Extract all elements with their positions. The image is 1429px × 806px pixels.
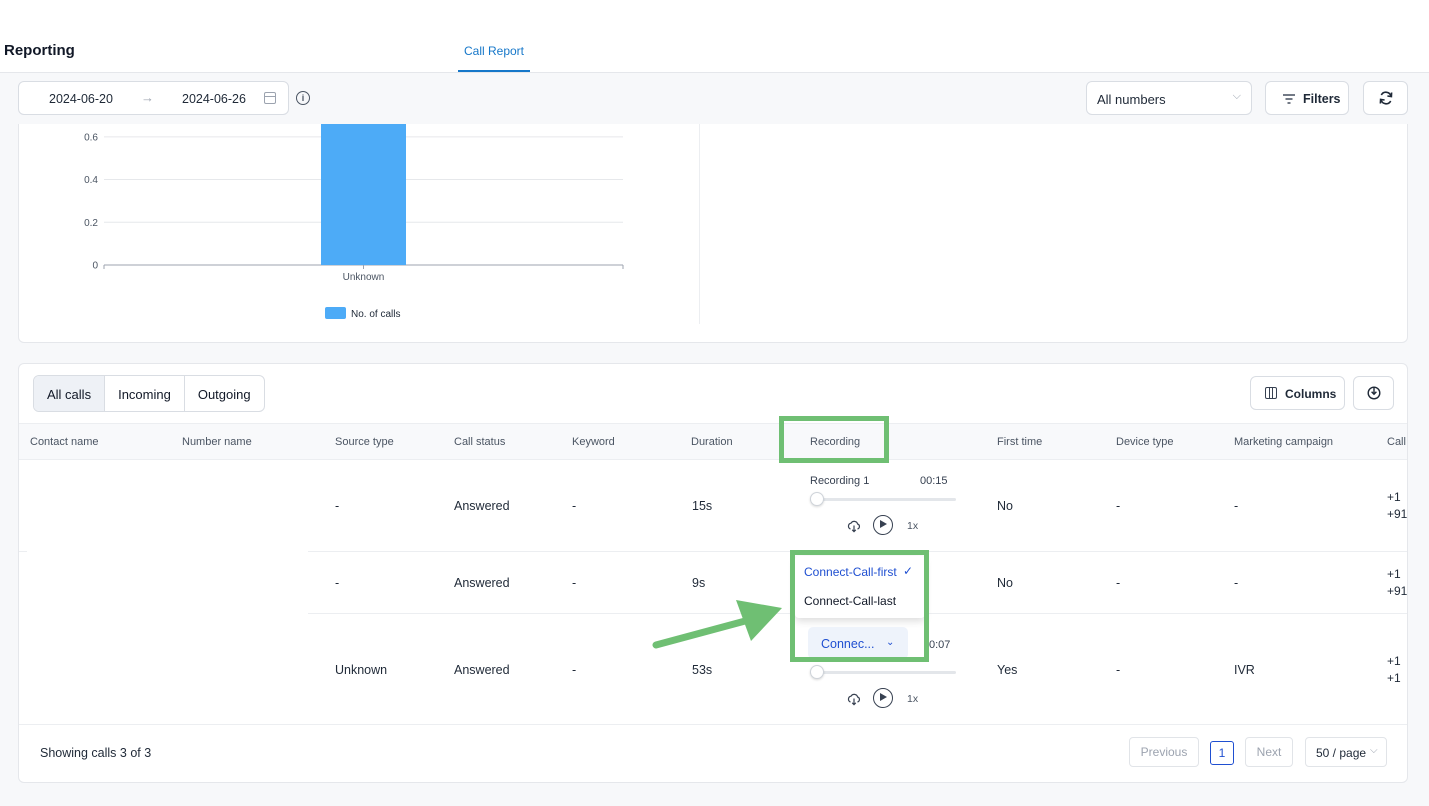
call-number-cell: +1 +1 (1387, 654, 1401, 685)
playback-speed[interactable]: 1x (907, 520, 918, 532)
top-bar: Reporting Call Report (0, 0, 1429, 73)
header-duration[interactable]: Duration (691, 436, 733, 448)
next-page-button[interactable]: Next (1245, 737, 1293, 767)
y-tick-label: 0 (92, 261, 98, 272)
campaign-cell: IVR (1234, 663, 1255, 677)
date-range-picker[interactable]: 2024-06-20 → 2024-06-26 (18, 81, 289, 115)
date-start-input[interactable]: 2024-06-20 (49, 92, 113, 106)
tab-incoming[interactable]: Incoming (105, 376, 185, 411)
recording-time: 00:15 (920, 475, 948, 487)
campaign-cell: - (1234, 499, 1239, 513)
device-type-cell: - (1116, 499, 1121, 513)
row-divider (19, 724, 1407, 725)
keyword-cell: - (572, 663, 577, 677)
header-call-status[interactable]: Call status (454, 436, 505, 448)
annotation-arrow-icon (652, 600, 782, 649)
columns-icon (1265, 387, 1277, 399)
dropdown-highlight (790, 550, 929, 662)
header-keyword[interactable]: Keyword (572, 436, 615, 448)
recording-label: Recording 1 (810, 475, 870, 487)
first-time-cell: Yes (997, 663, 1018, 677)
tab-outgoing[interactable]: Outgoing (185, 376, 264, 411)
tab-all-calls[interactable]: All calls (34, 376, 106, 411)
call-number-cell: +1 +91 (1387, 567, 1408, 598)
duration-cell: 15s (692, 499, 713, 513)
playback-speed[interactable]: 1x (907, 693, 918, 705)
header-marketing-campaign[interactable]: Marketing campaign (1234, 436, 1333, 448)
previous-page-button[interactable]: Previous (1129, 737, 1199, 767)
tab-call-report[interactable]: Call Report (458, 44, 530, 72)
source-type-cell: - (335, 576, 340, 590)
recording-header-highlight (779, 416, 889, 463)
columns-button[interactable]: Columns (1250, 376, 1345, 410)
page-size-select[interactable]: 50 / page ⌵ (1305, 737, 1387, 767)
chart-divider (699, 124, 700, 324)
header-first-time[interactable]: First time (997, 436, 1042, 448)
cloud-download-icon[interactable] (847, 519, 861, 533)
bar (321, 124, 406, 265)
slider-handle[interactable] (810, 492, 824, 506)
device-type-cell: - (1116, 663, 1121, 677)
header-call[interactable]: Call (1387, 436, 1406, 448)
refresh-icon (1379, 91, 1393, 105)
calls-table-card: All calls Incoming Outgoing Columns Cont… (18, 363, 1408, 783)
source-type-cell: - (335, 499, 340, 513)
row-divider (19, 551, 27, 552)
columns-label: Columns (1285, 387, 1337, 401)
legend-label: No. of calls (351, 309, 400, 320)
y-tick-label: 0.2 (84, 218, 98, 229)
filters-button[interactable]: Filters (1265, 81, 1349, 115)
numbers-select-value: All numbers (1097, 92, 1166, 107)
y-tick-label: 0.4 (84, 175, 98, 186)
call-status-cell: Answered (454, 576, 510, 590)
calls-bar-chart: 0 0.2 0.4 0.6 Unknown No. of calls (84, 124, 624, 320)
recording-time: 0:07 (929, 639, 951, 651)
date-end-input[interactable]: 2024-06-26 (182, 92, 246, 106)
first-time-cell: No (997, 576, 1013, 590)
header-contact-name[interactable]: Contact name (30, 436, 98, 448)
x-tick-label: Unknown (343, 272, 385, 283)
call-number-cell: +1 +91 (1387, 490, 1408, 521)
recording-progress-slider[interactable] (810, 671, 956, 674)
call-type-tabs: All calls Incoming Outgoing (33, 375, 265, 412)
first-time-cell: No (997, 499, 1013, 513)
filters-label: Filters (1303, 92, 1341, 106)
info-icon[interactable]: i (296, 91, 310, 105)
calendar-icon[interactable] (264, 92, 276, 104)
call-status-cell: Answered (454, 663, 510, 677)
header-number-name[interactable]: Number name (182, 436, 252, 448)
legend-swatch (325, 307, 346, 319)
arrow-right-icon: → (141, 90, 154, 105)
refresh-button[interactable] (1363, 81, 1408, 115)
page-size-value: 50 / page (1316, 746, 1367, 760)
header-source-type[interactable]: Source type (335, 436, 394, 448)
source-type-cell: Unknown (335, 663, 388, 677)
cloud-download-icon[interactable] (847, 692, 861, 706)
duration-cell: 53s (692, 663, 713, 677)
export-button[interactable] (1353, 376, 1394, 410)
chevron-down-icon: ⌵ (1232, 90, 1241, 102)
chart-card: 0 0.2 0.4 0.6 Unknown No. of calls (18, 124, 1408, 343)
numbers-select[interactable]: All numbers ⌵ (1086, 81, 1252, 115)
showing-count: Showing calls 3 of 3 (40, 746, 152, 760)
header-device-type[interactable]: Device type (1116, 436, 1173, 448)
call-status-cell: Answered (454, 499, 510, 513)
keyword-cell: - (572, 499, 577, 513)
keyword-cell: - (572, 576, 577, 590)
recording-progress-slider[interactable] (810, 498, 956, 501)
page-title: Reporting (4, 42, 75, 59)
download-circle-icon (1367, 386, 1381, 400)
play-icon[interactable] (873, 515, 893, 535)
filter-icon (1283, 94, 1295, 104)
campaign-cell: - (1234, 576, 1239, 590)
chevron-down-icon: ⌵ (1370, 745, 1378, 756)
table-header: Contact name Number name Source type Cal… (19, 423, 1407, 460)
device-type-cell: - (1116, 576, 1121, 590)
play-icon[interactable] (873, 688, 893, 708)
duration-cell: 9s (692, 576, 706, 590)
slider-handle[interactable] (810, 665, 824, 679)
page-1-button[interactable]: 1 (1210, 741, 1234, 765)
y-tick-label: 0.6 (84, 132, 98, 143)
